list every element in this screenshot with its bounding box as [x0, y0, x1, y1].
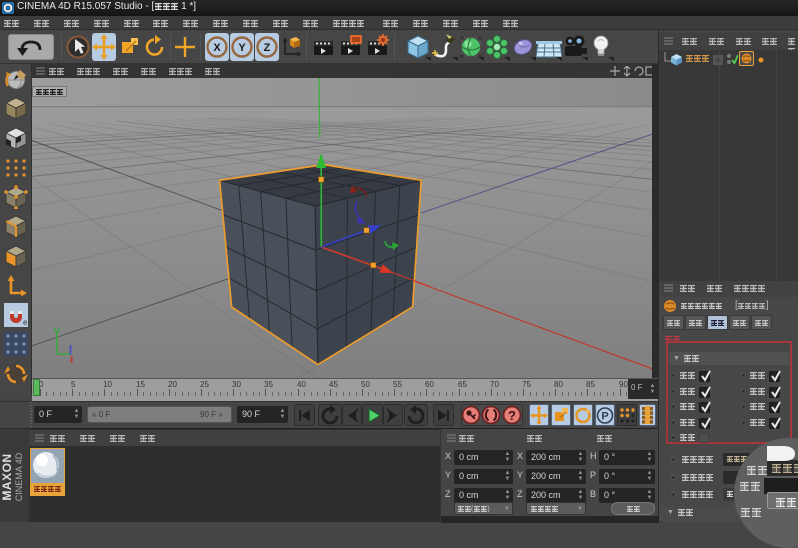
svg-text:X: X — [213, 42, 221, 54]
svg-text:e: e — [23, 318, 28, 327]
svg-text:?: ? — [508, 408, 516, 423]
svg-text:Z: Z — [264, 42, 271, 54]
svg-text:Y: Y — [238, 42, 246, 54]
svg-text:P: P — [601, 411, 608, 423]
